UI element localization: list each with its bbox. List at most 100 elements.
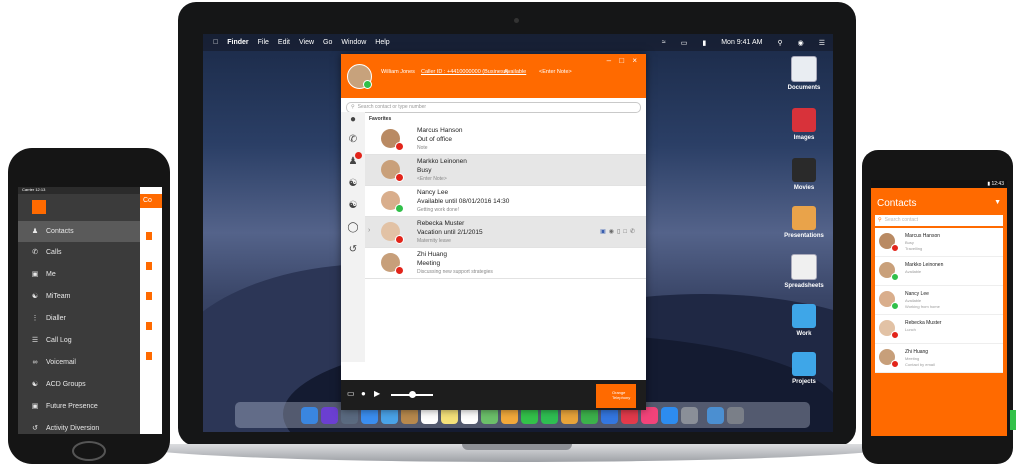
documents-icon bbox=[791, 56, 817, 82]
filter-icon[interactable]: ▼ bbox=[994, 199, 1001, 206]
laptop-notch bbox=[462, 444, 572, 450]
presence-status-link[interactable]: Available bbox=[504, 69, 526, 75]
presence-busy-icon bbox=[395, 142, 404, 151]
drawer-item-activity-diversion[interactable]: ↺ Activity Diversion bbox=[18, 418, 140, 434]
presence-busy-icon bbox=[395, 266, 404, 275]
presence-available-icon bbox=[395, 204, 404, 213]
groups-icon[interactable]: ☯ bbox=[347, 178, 359, 190]
drawer-item-calls[interactable]: ✆ Calls bbox=[18, 242, 140, 263]
speaker-icon[interactable]: ▶ bbox=[374, 389, 380, 398]
menubar-clock[interactable]: Mon 9:41 AM bbox=[721, 39, 762, 47]
trash-icon[interactable] bbox=[727, 406, 744, 424]
list-item[interactable]: Rebecka Muster Lunch bbox=[875, 315, 1003, 344]
siri-icon[interactable]: ◉ bbox=[798, 39, 804, 47]
enter-note-field[interactable]: <Enter Note> bbox=[539, 69, 572, 75]
wifi-icon[interactable]: ≈ bbox=[662, 39, 666, 47]
drawer-item-call-log[interactable]: ☰ Call Log bbox=[18, 330, 140, 351]
voicemail-icon[interactable]: ◯ bbox=[347, 222, 359, 234]
movies-icon bbox=[792, 158, 816, 182]
calendar-icon: ▣ bbox=[31, 403, 39, 410]
contact-row[interactable]: Nancy Lee Available until 08/01/2016 14:… bbox=[365, 186, 646, 217]
left-phone-screen: Carrier 12:13 ♟ Contacts ✆ Calls ▣ Me ☯ MiTe… bbox=[18, 187, 162, 434]
siri-dock-icon[interactable] bbox=[321, 406, 338, 424]
desktop-icon-spreadsheets[interactable]: Spreadsheets bbox=[775, 254, 833, 289]
presence-available-icon bbox=[891, 273, 899, 281]
screen-share-icon[interactable]: ▭ bbox=[347, 389, 355, 398]
list-item[interactable]: Marcus Hanson Busy Travelling bbox=[875, 228, 1003, 257]
drawer-item-dialler[interactable]: ⋮ Dialler bbox=[18, 308, 140, 329]
status-bar: ▮ 12:43 bbox=[871, 180, 1007, 188]
message-icon[interactable]: □ bbox=[623, 229, 630, 235]
menu-edit[interactable]: Edit bbox=[278, 39, 290, 46]
window-controls[interactable]: – □ × bbox=[607, 56, 640, 65]
drawer-brand bbox=[18, 194, 140, 220]
contact-list: Marcus Hanson Busy Travelling Markko Lei… bbox=[875, 228, 1003, 373]
battery-icon[interactable]: ▮ bbox=[702, 39, 706, 47]
menu-view[interactable]: View bbox=[299, 39, 314, 46]
apple-icon[interactable]:  bbox=[213, 39, 218, 46]
drawer-item-future-presence[interactable]: ▣ Future Presence bbox=[18, 396, 140, 417]
finder-icon[interactable] bbox=[301, 406, 318, 424]
menu-finder[interactable]: Finder bbox=[227, 39, 248, 46]
home-button[interactable] bbox=[72, 441, 106, 461]
search-input[interactable]: ⚲ Search contact or type number bbox=[346, 102, 641, 113]
desktop-icon-movies[interactable]: Movies bbox=[775, 158, 833, 191]
left-phone-contacts-peek: Co bbox=[140, 187, 162, 434]
presence-busy-icon bbox=[891, 244, 899, 252]
favorites-header: Favorites bbox=[369, 116, 392, 122]
desktop-icon-projects[interactable]: Projects bbox=[775, 352, 833, 385]
menu-help[interactable]: Help bbox=[375, 39, 389, 46]
list-item[interactable]: Nancy Lee Available Working from home bbox=[875, 286, 1003, 315]
right-phone-screen: ▮ 12:43 Contacts ▼ ⚲ Search contact Marcu… bbox=[871, 180, 1007, 436]
app-store-icon[interactable] bbox=[661, 406, 678, 424]
search-input[interactable]: ⚲ Search contact bbox=[875, 215, 1003, 226]
airplay-icon[interactable]: ▭ bbox=[681, 39, 688, 47]
user-name: William Jones bbox=[381, 69, 415, 75]
diversion-icon[interactable]: ↺ bbox=[347, 244, 359, 256]
user-avatar[interactable] bbox=[347, 64, 372, 89]
drawer-item-contacts[interactable]: ♟ Contacts bbox=[18, 221, 140, 242]
contact-row[interactable]: Marcus Hanson Out of office Note bbox=[365, 124, 646, 155]
list-item[interactable]: Markko Leinonen Available bbox=[875, 257, 1003, 286]
folder-icon bbox=[792, 352, 816, 376]
acd-icon[interactable]: ☯ bbox=[347, 200, 359, 212]
groups-icon: ☯ bbox=[31, 381, 39, 388]
list-item[interactable]: Zhi Huang Meeting Contact by email bbox=[875, 344, 1003, 373]
page-title: Contacts bbox=[877, 198, 917, 209]
desktop-icon-work[interactable]: Work bbox=[775, 304, 833, 337]
contact-actions: ▣◉▯□✆ bbox=[600, 228, 638, 235]
system-preferences-icon[interactable] bbox=[681, 406, 698, 424]
orange-logo bbox=[32, 200, 46, 214]
volume-slider-knob[interactable] bbox=[409, 391, 416, 398]
caller-id-link[interactable]: Caller ID : +4410000000 (Business) bbox=[421, 69, 508, 75]
contact-row-selected[interactable]: › Rebecka Muster Vacation until 2/1/2015… bbox=[365, 217, 646, 248]
favorites-person-icon[interactable]: ● bbox=[347, 114, 359, 126]
desktop-icon-documents[interactable]: Documents bbox=[775, 56, 833, 91]
downloads-stack-icon[interactable] bbox=[707, 406, 724, 424]
missed-calls-badge bbox=[355, 152, 362, 159]
drawer-item-voicemail[interactable]: ∞ Voicemail bbox=[18, 352, 140, 373]
drawer-item-me[interactable]: ▣ Me bbox=[18, 264, 140, 285]
menu-go[interactable]: Go bbox=[323, 39, 332, 46]
drawer-item-miteam[interactable]: ☯ MiTeam bbox=[18, 286, 140, 307]
call-icon[interactable]: ✆ bbox=[630, 229, 638, 235]
notification-center-icon[interactable]: ☰ bbox=[819, 39, 825, 47]
orange-telephony-logo: Orange Telephony bbox=[596, 384, 636, 408]
voicemail-icon: ∞ bbox=[32, 359, 38, 366]
spotlight-icon[interactable]: ⚲ bbox=[777, 39, 782, 47]
contact-row[interactable]: Markko Leinonen Busy <Enter Note> bbox=[365, 155, 646, 186]
menu-file[interactable]: File bbox=[258, 39, 269, 46]
desktop-icon-presentations[interactable]: Presentations bbox=[775, 206, 833, 239]
calendar-icon[interactable]: ▣ bbox=[600, 229, 609, 235]
desktop-icon-images[interactable]: Images bbox=[775, 108, 833, 141]
phone-icon: ✆ bbox=[32, 249, 38, 256]
drawer-item-acd-groups[interactable]: ☯ ACD Groups bbox=[18, 374, 140, 395]
chat-icon[interactable]: ◉ bbox=[609, 229, 617, 235]
menu-window[interactable]: Window bbox=[341, 39, 366, 46]
chevron-right-icon[interactable]: › bbox=[368, 227, 370, 234]
contact-row[interactable]: Zhi Huang Meeting Discussing new support… bbox=[365, 248, 646, 279]
phone-icon[interactable]: ✆ bbox=[347, 134, 359, 146]
team-icon: ☯ bbox=[31, 293, 39, 300]
microphone-icon[interactable]: ● bbox=[361, 389, 366, 398]
contacts-title-peek: Co bbox=[140, 194, 162, 208]
